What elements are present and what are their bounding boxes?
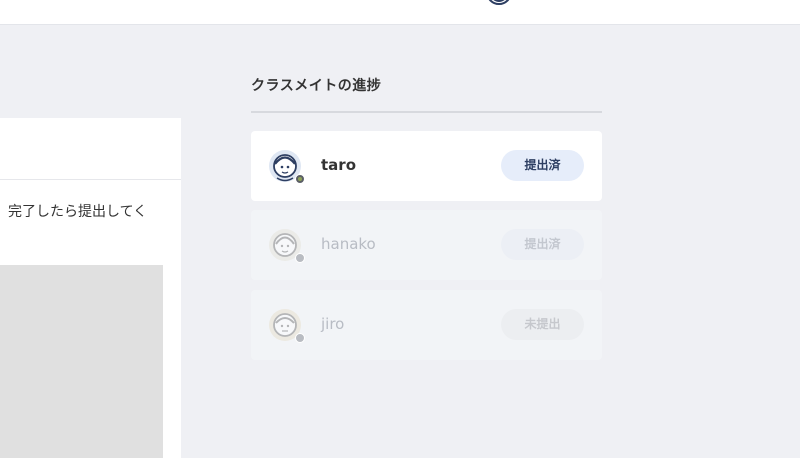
status-dot-icon xyxy=(295,174,305,184)
status-dot-icon xyxy=(295,253,305,263)
assignment-card: 完了したら提出してく xyxy=(0,118,181,458)
classmate-progress-title: クラスメイトの進捗 xyxy=(251,78,382,94)
status-badge[interactable]: 未提出 xyxy=(501,309,584,340)
status-badge[interactable]: 提出済 xyxy=(501,150,584,181)
status-dot-icon xyxy=(295,333,305,343)
assignment-preview[interactable] xyxy=(0,265,163,458)
status-badge[interactable]: 提出済 xyxy=(501,229,584,260)
student-name: jiro xyxy=(321,315,345,333)
card-divider xyxy=(0,179,181,180)
assignment-description: 完了したら提出してく xyxy=(8,204,148,220)
student-row: taro 提出済 xyxy=(251,131,602,201)
user-avatar-icon[interactable] xyxy=(483,0,515,8)
student-name: taro xyxy=(321,156,356,174)
section-divider xyxy=(251,111,602,113)
student-name: hanako xyxy=(321,235,376,253)
top-bar xyxy=(0,0,800,25)
student-row: hanako 提出済 xyxy=(251,210,602,280)
student-row: jiro 未提出 xyxy=(251,290,602,360)
